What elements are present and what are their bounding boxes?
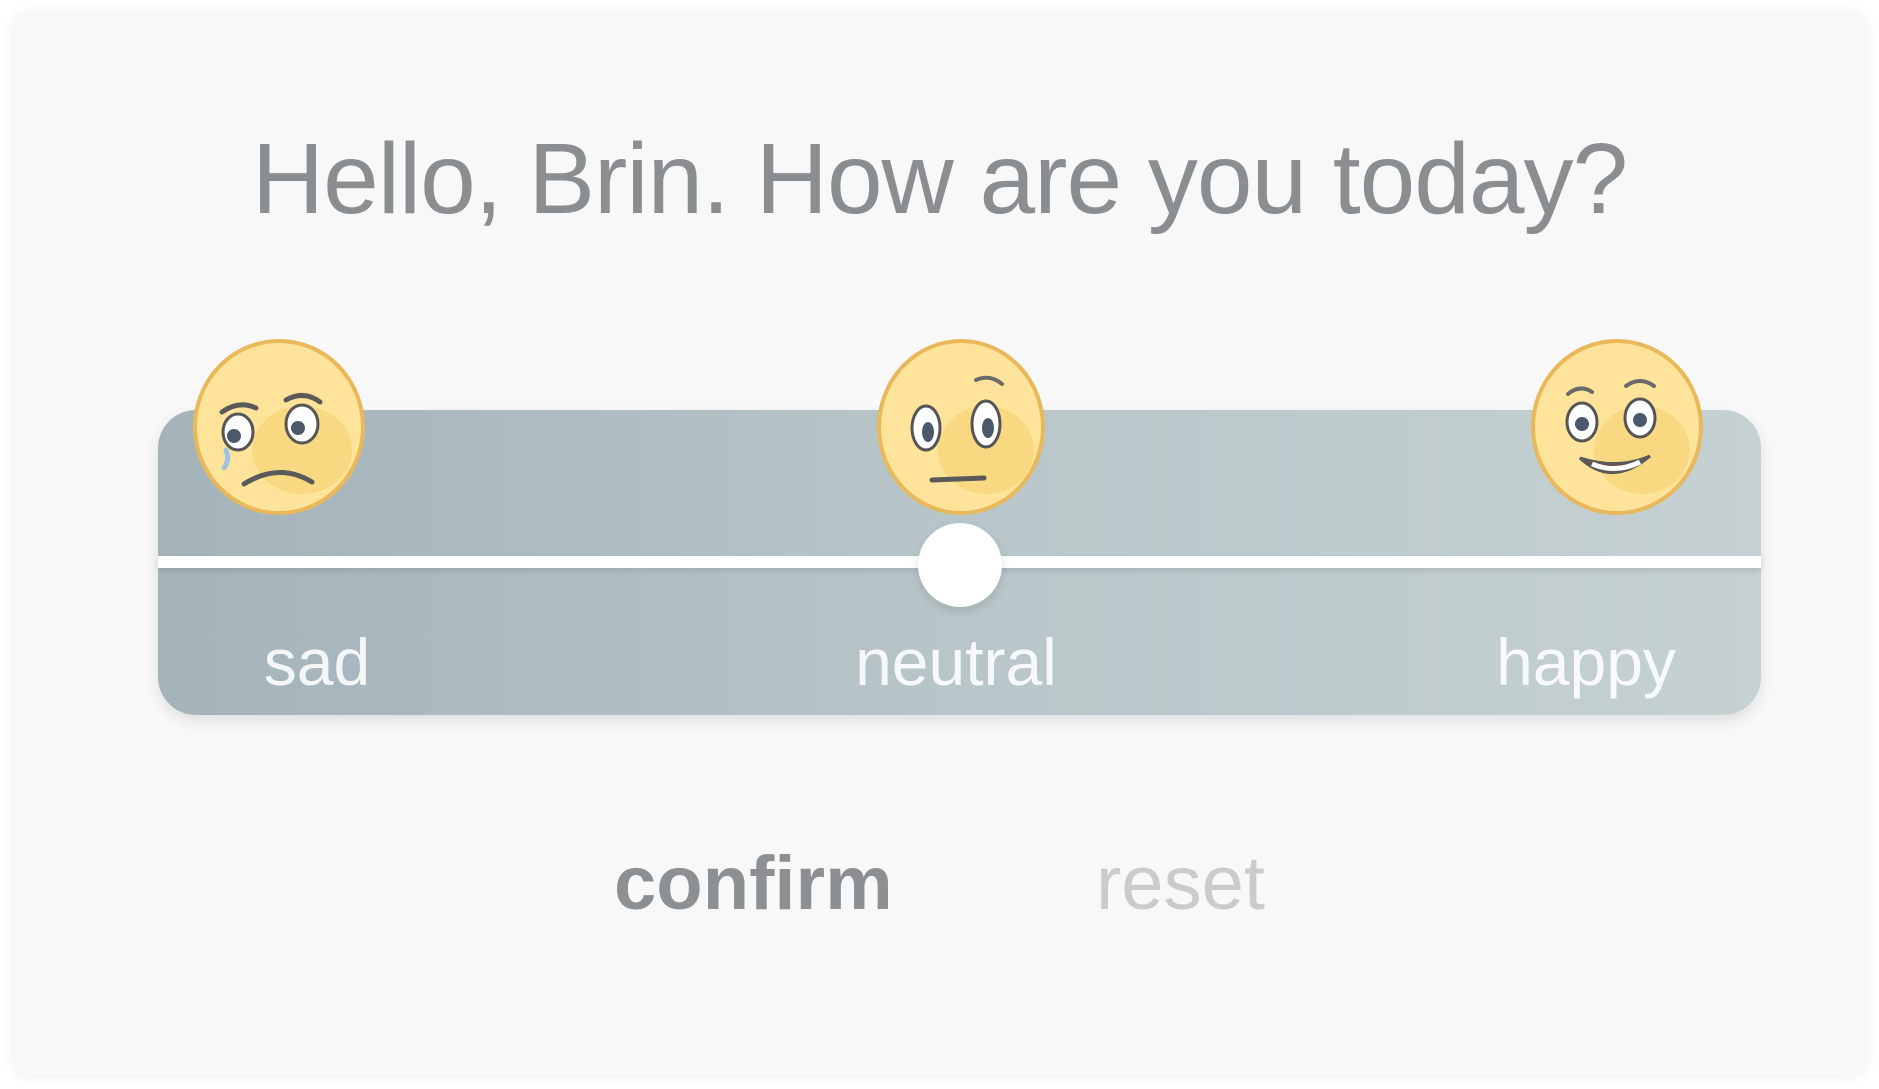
mood-label-sad[interactable]: sad xyxy=(264,624,370,700)
reset-button[interactable]: reset xyxy=(1096,840,1265,927)
mood-label-happy[interactable]: happy xyxy=(1496,624,1676,700)
sad-face-icon[interactable] xyxy=(184,332,374,522)
greeting-title: Hello, Brin. How are you today? xyxy=(251,123,1628,235)
slider-thumb[interactable] xyxy=(917,523,1002,607)
mood-label-neutral[interactable]: neutral xyxy=(855,624,1057,700)
mood-check-card: Hello, Brin. How are you today? sad neut… xyxy=(14,14,1865,1075)
happy-face-icon[interactable] xyxy=(1522,332,1712,522)
neutral-face-icon[interactable] xyxy=(866,332,1056,522)
confirm-button[interactable]: confirm xyxy=(614,840,893,927)
